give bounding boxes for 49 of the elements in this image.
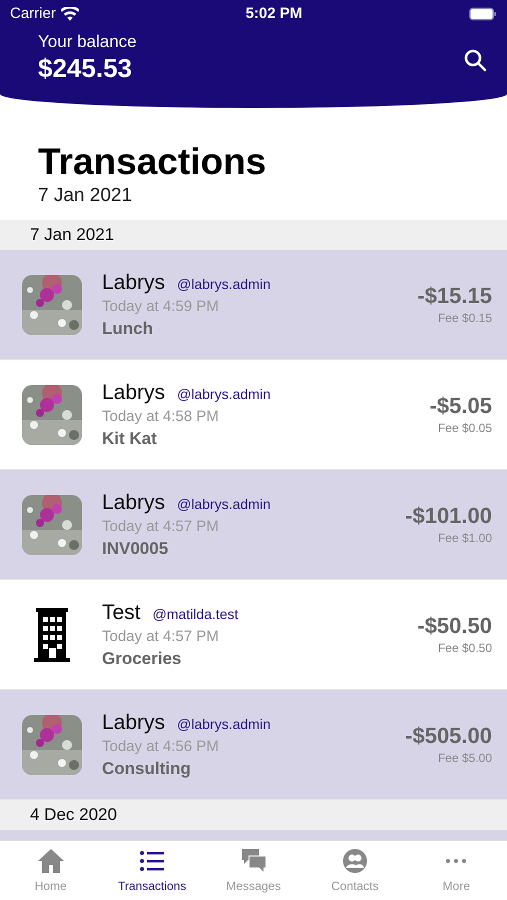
- transaction-time: Today at 4:56 PM: [102, 736, 220, 756]
- transaction-fee: Fee $0.15: [438, 310, 492, 326]
- page-title: Transactions: [38, 140, 268, 184]
- transaction-time: Today at 4:58 PM: [102, 406, 220, 426]
- transaction-amount: -$15.15: [417, 282, 492, 308]
- transaction-fee: Fee $0.50: [438, 640, 492, 656]
- building-icon: [34, 608, 70, 662]
- transaction-memo: Kit Kat: [102, 428, 158, 450]
- transaction-memo: Groceries: [102, 648, 182, 670]
- transaction-amount: -$50.50: [417, 612, 492, 638]
- wifi-icon: [60, 7, 79, 21]
- section-header: 4 Dec 2020: [0, 800, 507, 830]
- transaction-fee: Fee $1.00: [438, 530, 492, 546]
- payee-name: Labrys: [102, 710, 166, 736]
- payee-handle: @labrys.admin: [177, 494, 271, 514]
- transaction-fee: Fee $0.05: [438, 420, 492, 436]
- transaction-memo: Lunch: [102, 318, 154, 340]
- status-time: 5:02 PM: [246, 4, 302, 24]
- balance-amount: $245.53: [38, 52, 133, 84]
- house-icon: [36, 846, 65, 874]
- transaction-amount: -$5.05: [430, 392, 492, 418]
- payee-handle: @labrys.admin: [177, 274, 271, 294]
- battery-icon: [468, 7, 497, 21]
- transaction-amount: -$505.00: [405, 722, 492, 748]
- section-header: 7 Jan 2021: [0, 220, 507, 250]
- transaction-fee: Fee $5.00: [438, 750, 492, 766]
- transaction-time: Today at 4:57 PM: [102, 626, 220, 646]
- transaction-row[interactable]: Labrys @labrys.admin Today at 4:57 PM INV0005 -$101.00 Fee $1.00: [0, 470, 507, 580]
- payee-handle: @labrys.admin: [177, 714, 271, 734]
- transaction-row[interactable]: Labrys @labrys.admin Today at 4:59 PM Lunch -$15.15 Fee $0.15: [0, 250, 507, 360]
- payee-name: Labrys: [102, 380, 166, 406]
- transaction-row[interactable]: Labrys @labrys.admin Today at 4:56 PM Consulting -$505.00 Fee $5.00: [0, 690, 507, 800]
- carrier-label: Carrier: [10, 4, 56, 24]
- payee-name: Labrys: [102, 490, 166, 516]
- transaction-memo: INV0005: [102, 538, 170, 560]
- payee-handle: @matilda.test: [152, 604, 238, 624]
- more-icon: [446, 858, 466, 862]
- balance-label: Your balance: [38, 32, 137, 52]
- transaction-time: Today at 4:57 PM: [102, 516, 220, 536]
- payee-handle: @labrys.admin: [177, 384, 271, 404]
- page-subtitle: 7 Jan 2021: [38, 184, 134, 208]
- tab-bar-item[interactable]: Transactions: [101, 841, 203, 900]
- payee-name: Test: [102, 600, 141, 626]
- payee-name: Labrys: [102, 270, 166, 296]
- transaction-time: Today at 4:59 PM: [102, 296, 220, 316]
- transaction-memo: Consulting: [102, 758, 192, 780]
- people-icon: [340, 846, 369, 874]
- chat-bubbles-icon: [240, 846, 268, 874]
- transaction-amount: -$101.00: [405, 502, 492, 528]
